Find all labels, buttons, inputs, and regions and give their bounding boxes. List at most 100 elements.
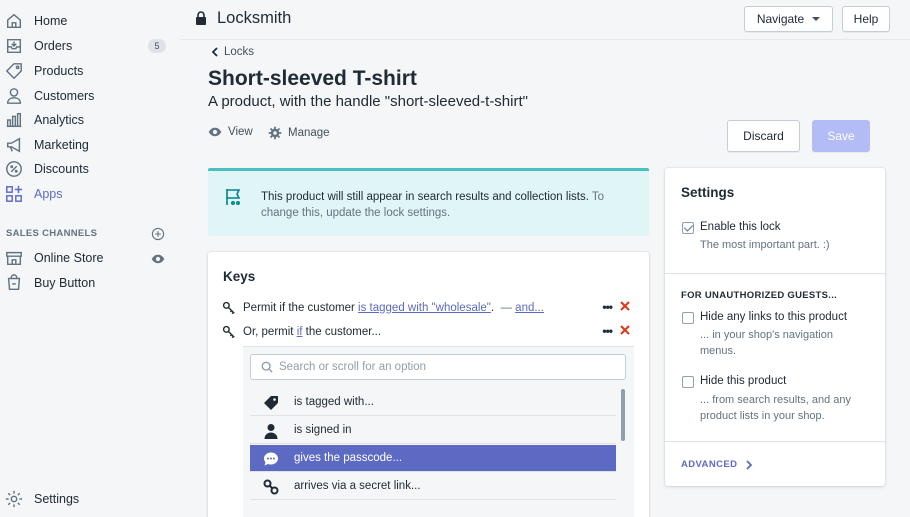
person-icon xyxy=(264,424,278,439)
sidebar-item-label: Customers xyxy=(34,89,95,103)
banner-text: This product will still appear in search… xyxy=(261,189,631,221)
key-1-suffix: . xyxy=(490,302,495,314)
option-is-signed-in[interactable]: is signed in xyxy=(250,417,616,444)
option-label: is signed in xyxy=(294,424,352,436)
discard-button[interactable]: Discard xyxy=(727,120,800,152)
sidebar-item-home[interactable]: Home xyxy=(0,9,180,33)
key-1-prefix: Permit if the customer xyxy=(243,302,355,314)
link-icon xyxy=(263,479,279,495)
tag-icon xyxy=(5,63,22,80)
advanced-label: ADVANCED xyxy=(681,459,738,470)
sidebar-item-buy-button[interactable]: Buy Button xyxy=(0,271,180,295)
condition-dropdown: Search or scroll for an option is tagged… xyxy=(243,346,634,517)
remove-key-icon[interactable] xyxy=(618,323,632,337)
sidebar-item-customers[interactable]: Customers xyxy=(0,84,180,108)
save-label: Save xyxy=(827,129,855,143)
dropdown-scrollbar[interactable] xyxy=(621,389,625,441)
search-icon xyxy=(261,361,273,373)
sidebar: Home Orders 5 Products Customers Analyti… xyxy=(0,0,180,517)
divider xyxy=(665,441,885,442)
sidebar-item-label: Marketing xyxy=(34,138,89,152)
sales-channels-heading: SALES CHANNELS xyxy=(6,228,98,239)
key-2-if-link[interactable]: if xyxy=(297,326,303,338)
key-2-prefix: Or, permit xyxy=(243,326,294,338)
help-label: Help xyxy=(853,12,879,26)
unauthorized-guests-heading: FOR UNAUTHORIZED GUESTS... xyxy=(681,290,838,301)
sidebar-item-orders[interactable]: Orders 5 xyxy=(0,34,180,58)
megaphone-icon xyxy=(6,137,21,153)
home-icon xyxy=(6,13,22,29)
enable-lock-help: The most important part. :) xyxy=(700,239,830,251)
option-label: gives the passcode... xyxy=(294,452,403,464)
manage-label: Manage xyxy=(288,127,330,139)
add-channel-icon[interactable] xyxy=(151,227,165,241)
hide-product-checkbox[interactable] xyxy=(682,376,694,388)
option-is-tagged-with[interactable]: is tagged with... xyxy=(250,389,616,416)
key-icon xyxy=(222,325,235,339)
advanced-toggle[interactable]: ADVANCED xyxy=(681,459,755,470)
breadcrumb-back-link[interactable]: Locks xyxy=(211,46,254,58)
sidebar-item-discounts[interactable]: Discounts xyxy=(0,157,180,181)
remove-key-icon[interactable] xyxy=(618,299,632,313)
more-options-icon[interactable]: ••• xyxy=(602,300,613,314)
discount-icon xyxy=(6,161,22,177)
hide-links-help: ... in your shop's navigation menus. xyxy=(700,329,833,357)
key-2-suffix: the customer... xyxy=(305,326,382,338)
sidebar-item-label: Analytics xyxy=(34,113,85,127)
apps-icon xyxy=(6,185,23,202)
sidebar-item-label: Discounts xyxy=(34,162,89,176)
sidebar-item-apps[interactable]: Apps xyxy=(0,182,180,206)
sidebar-item-marketing[interactable]: Marketing xyxy=(0,133,180,157)
enable-lock-checkbox[interactable] xyxy=(682,222,694,234)
chat-bubble-icon xyxy=(264,452,278,466)
store-icon xyxy=(6,251,22,266)
key-row-1: Permit if the customer is tagged with "w… xyxy=(222,299,634,317)
sidebar-item-analytics[interactable]: Analytics xyxy=(0,108,180,132)
settings-card: Settings Enable this lock The most impor… xyxy=(665,168,885,486)
gear-icon xyxy=(268,126,282,140)
save-button[interactable]: Save xyxy=(812,120,870,152)
manage-action[interactable]: Manage xyxy=(268,126,330,140)
key-1-dash: — xyxy=(500,302,512,314)
page-subtitle: A product, with the handle "short-sleeve… xyxy=(208,93,528,110)
view-store-eye-icon[interactable] xyxy=(151,252,165,266)
app-title: Locksmith xyxy=(217,9,292,27)
banner-message: This product will still appear in search… xyxy=(261,191,589,203)
option-search-input[interactable]: Search or scroll for an option xyxy=(250,354,626,380)
hide-links-checkbox[interactable] xyxy=(682,312,694,324)
sidebar-item-label: Buy Button xyxy=(34,276,96,290)
discard-label: Discard xyxy=(743,129,784,143)
chevron-right-icon xyxy=(746,459,753,470)
buy-button-icon xyxy=(7,274,21,291)
key-1-and-link[interactable]: and... xyxy=(515,302,544,314)
settings-title: Settings xyxy=(681,185,735,200)
view-action[interactable]: View xyxy=(208,126,253,138)
hide-links-label: Hide any links to this product xyxy=(700,311,848,323)
option-arrives-via-secret-link[interactable]: arrives via a secret link... xyxy=(250,473,616,500)
help-button[interactable]: Help xyxy=(842,6,890,32)
page-title: Short-sleeved T-shirt xyxy=(208,67,417,90)
orders-icon xyxy=(6,38,22,54)
sidebar-item-label: Orders xyxy=(34,39,73,53)
key-row-2: Or, permit if the customer... ••• xyxy=(222,323,634,341)
orders-count-badge: 5 xyxy=(148,39,166,53)
chevron-left-icon xyxy=(211,47,218,57)
eye-icon xyxy=(208,127,222,137)
key-1-condition-link[interactable]: is tagged with "wholesale" xyxy=(358,302,491,314)
sidebar-item-label: Products xyxy=(34,64,84,78)
bar-chart-icon xyxy=(6,112,22,128)
more-options-icon[interactable]: ••• xyxy=(602,324,613,338)
enable-lock-label: Enable this lock xyxy=(700,221,781,233)
sidebar-item-settings[interactable]: Settings xyxy=(0,487,180,511)
divider xyxy=(665,273,885,274)
keys-title: Keys xyxy=(223,269,256,284)
option-label: is tagged with... xyxy=(294,396,374,408)
sidebar-item-label: Home xyxy=(34,14,68,28)
person-icon xyxy=(6,88,22,104)
lock-icon xyxy=(196,11,206,25)
navigate-dropdown-button[interactable]: Navigate xyxy=(744,6,833,32)
option-gives-the-passcode[interactable]: gives the passcode... xyxy=(250,445,616,472)
option-label: arrives via a secret link... xyxy=(294,480,421,492)
tag-icon xyxy=(264,396,278,410)
sidebar-item-products[interactable]: Products xyxy=(0,59,180,83)
